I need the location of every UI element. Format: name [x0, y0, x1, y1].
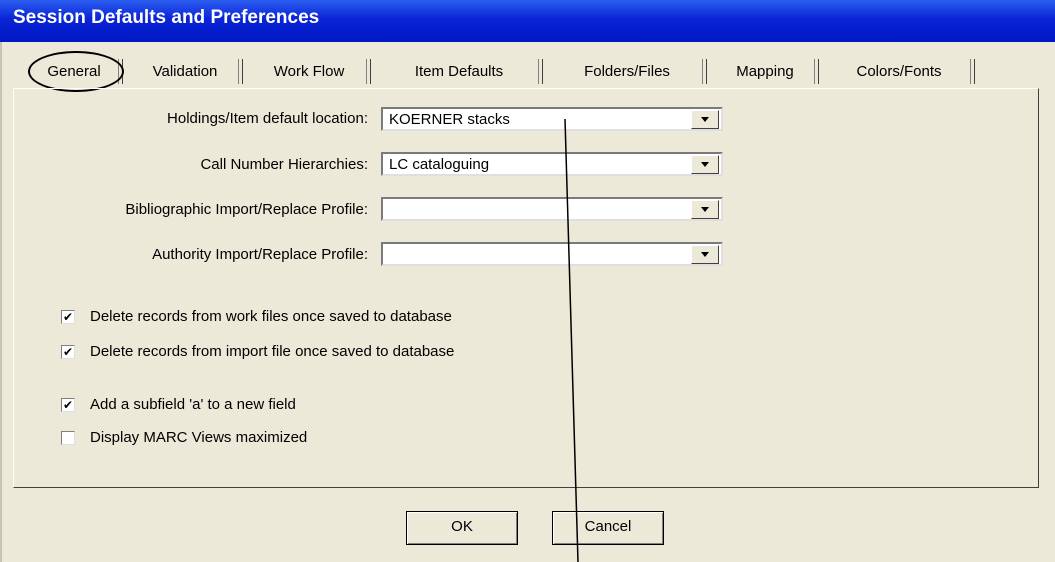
tab-separator — [702, 59, 707, 84]
chevron-down-icon[interactable] — [691, 110, 719, 129]
tab-item-defaults-label: Item Defaults — [414, 63, 504, 80]
chevron-down-icon[interactable] — [691, 200, 719, 219]
tab-colors-fonts-label: Colors/Fonts — [856, 63, 942, 80]
tab-item-defaults[interactable]: Item Defaults — [378, 56, 543, 87]
checkbox[interactable]: ✔ — [61, 345, 75, 359]
option-label: Display MARC Views maximized — [90, 429, 308, 446]
bib-import-profile-label: Bibliographic Import/Replace Profile: — [125, 201, 368, 218]
tab-validation-label: Validation — [152, 63, 218, 80]
tab-folders-files[interactable]: Folders/Files — [550, 56, 707, 87]
session-defaults-dialog: Session Defaults and Preferences General… — [0, 0, 1055, 562]
checkbox[interactable]: ✔ — [61, 310, 75, 324]
ok-button[interactable]: OK — [406, 511, 518, 545]
bib-import-profile-select[interactable] — [381, 197, 723, 221]
tab-strip: General Validation Work Flow Item Defaul… — [22, 56, 1032, 88]
option-label: Delete records from work files once save… — [90, 308, 452, 325]
chevron-down-icon[interactable] — [691, 245, 719, 264]
tab-work-flow[interactable]: Work Flow — [250, 56, 371, 87]
tab-work-flow-label: Work Flow — [273, 63, 345, 80]
tab-separator — [538, 59, 543, 84]
tab-separator — [238, 59, 243, 84]
holdings-location-value: KOERNER stacks — [389, 111, 510, 128]
cancel-button[interactable]: Cancel — [552, 511, 664, 545]
call-number-hierarchies-select[interactable]: LC cataloguing — [381, 152, 723, 176]
tab-validation[interactable]: Validation — [130, 56, 243, 87]
tab-folders-files-label: Folders/Files — [584, 63, 670, 80]
tab-mapping-label: Mapping — [736, 63, 794, 80]
window-title: Session Defaults and Preferences — [13, 7, 320, 28]
authority-import-profile-select[interactable] — [381, 242, 723, 266]
annotation-circle — [28, 51, 124, 92]
call-number-hierarchies-value: LC cataloguing — [389, 156, 490, 173]
tab-separator — [814, 59, 819, 84]
authority-import-profile-label: Authority Import/Replace Profile: — [152, 246, 368, 263]
cancel-button-label: Cancel — [584, 518, 632, 535]
general-tab-panel — [13, 88, 1039, 488]
call-number-hierarchies-label: Call Number Hierarchies: — [200, 156, 368, 173]
holdings-location-select[interactable]: KOERNER stacks — [381, 107, 723, 131]
tab-colors-fonts[interactable]: Colors/Fonts — [826, 56, 975, 87]
holdings-location-label: Holdings/Item default location: — [167, 110, 368, 127]
title-bar[interactable]: Session Defaults and Preferences — [0, 0, 1055, 42]
option-label: Delete records from import file once sav… — [90, 343, 455, 360]
chevron-down-icon[interactable] — [691, 155, 719, 174]
tab-separator — [366, 59, 371, 84]
option-label: Add a subfield 'a' to a new field — [90, 396, 296, 413]
tab-separator — [970, 59, 975, 84]
tab-mapping[interactable]: Mapping — [714, 56, 819, 87]
checkbox[interactable] — [61, 431, 75, 445]
ok-button-label: OK — [451, 518, 473, 535]
checkbox[interactable]: ✔ — [61, 398, 75, 412]
